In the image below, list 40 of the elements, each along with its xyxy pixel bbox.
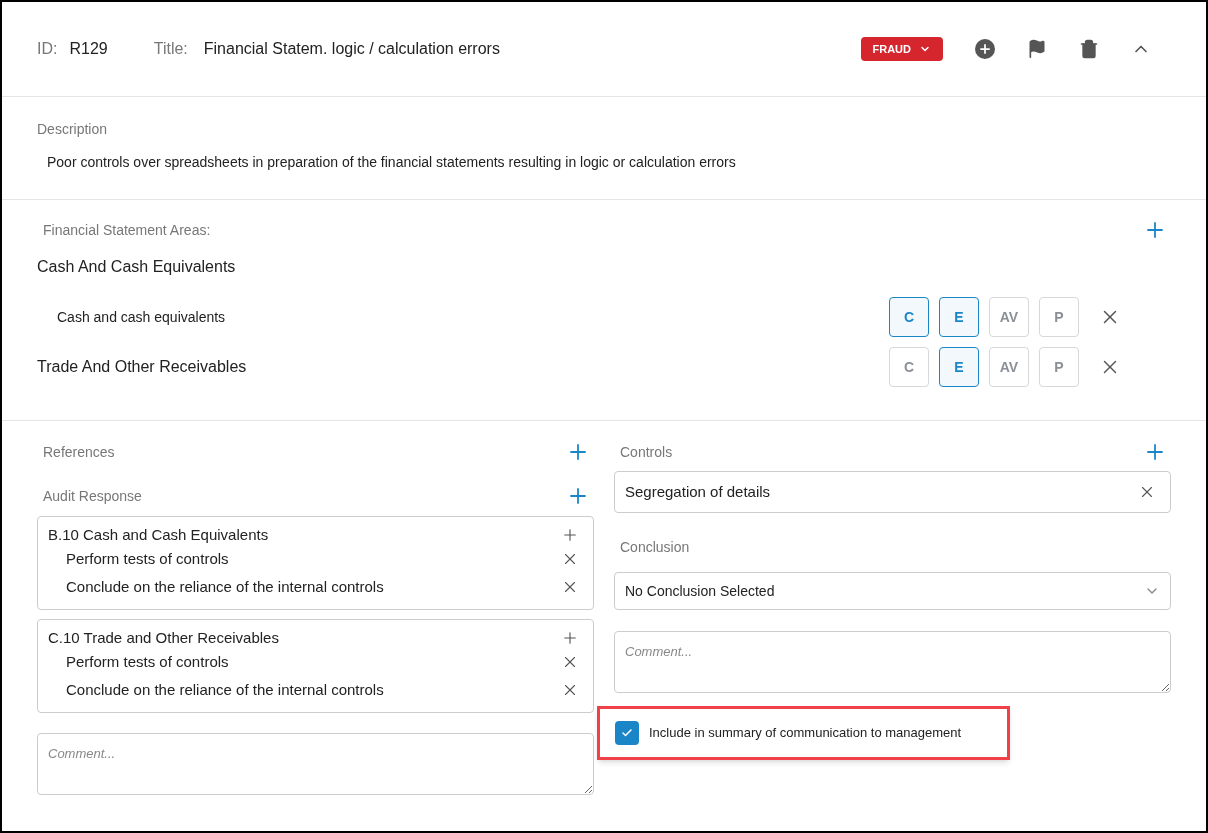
conclusion-select[interactable]: No Conclusion Selected xyxy=(614,572,1171,610)
checkbox-label: Include in summary of communication to management xyxy=(649,724,962,743)
section-label: Audit Response xyxy=(43,486,142,506)
section-label: References xyxy=(43,442,115,462)
procedure-text: Conclude on the reliance of the internal controls xyxy=(66,576,384,597)
assertion-toggle[interactable]: AV xyxy=(989,297,1029,337)
response-title: B.10 Cash and Cash Equivalents xyxy=(48,524,269,545)
assertion-toggle[interactable]: P xyxy=(1039,297,1079,337)
response-title: C.10 Trade and Other Receivables xyxy=(48,627,279,648)
assertion-toggle[interactable]: C xyxy=(889,347,929,387)
assertion-toggle[interactable]: E xyxy=(939,347,979,387)
section-label: Description xyxy=(37,120,109,139)
add-icon[interactable] xyxy=(561,629,579,647)
delete-icon[interactable] xyxy=(1079,39,1099,59)
assertion-toggle[interactable]: P xyxy=(1039,347,1079,387)
assertion-toggle[interactable]: E xyxy=(939,297,979,337)
assertion-toggle[interactable]: AV xyxy=(989,347,1029,387)
flag-icon[interactable] xyxy=(1027,39,1047,59)
area-heading: Trade And Other Receivables xyxy=(37,357,247,377)
procedure-text: Perform tests of controls xyxy=(66,651,229,672)
section-label: Financial Statement Areas: xyxy=(43,220,211,240)
checkbox[interactable] xyxy=(615,721,639,745)
section-label: Controls xyxy=(620,442,673,462)
control-name: Segregation of details xyxy=(625,481,771,502)
procedure-text: Perform tests of controls xyxy=(66,548,229,569)
check-icon xyxy=(621,727,633,739)
title-label: Title: xyxy=(153,39,188,59)
id-value: R129 xyxy=(69,39,108,59)
comment-field[interactable]: Comment... xyxy=(37,733,594,795)
assertion-toggle[interactable]: C xyxy=(889,297,929,337)
add-icon[interactable] xyxy=(561,526,579,544)
area-heading: Cash And Cash Equivalents xyxy=(37,257,236,277)
tag-dropdown[interactable]: FRAUD xyxy=(860,37,943,61)
title-value: Financial Statem. logic / calculation errors xyxy=(203,39,500,59)
account-name: Cash and cash equivalents xyxy=(57,307,226,327)
section-label: Conclusion xyxy=(619,538,691,557)
description-text: Poor controls over spreadsheets in preparation of the financial statements resulting in logic or calculation errors xyxy=(47,153,737,172)
comment-field[interactable]: Comment... xyxy=(614,631,1171,693)
id-label: ID: xyxy=(37,39,58,59)
procedure-text: Conclude on the reliance of the internal controls xyxy=(66,679,384,700)
